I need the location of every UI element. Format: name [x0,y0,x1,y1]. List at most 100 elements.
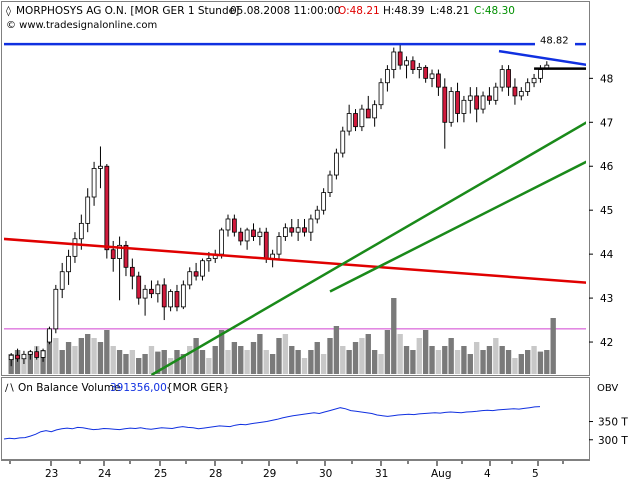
price-tick-label: 48 [600,73,613,85]
volume-bar [308,350,314,374]
candle-body [429,73,435,79]
volume-bar [467,354,473,374]
volume-bar [505,350,512,374]
candle-body [149,288,154,295]
time-tick-label: 24 [98,468,112,480]
volume-bar [65,342,72,374]
volume-bar [384,330,391,374]
volume-bar [340,346,346,374]
candle-body [302,227,307,233]
candle-body [359,108,365,128]
volume-bar [244,350,250,374]
volume-bar [129,350,136,374]
candle-body [21,353,27,360]
volume-bar [422,330,429,374]
volume-bar [314,342,320,374]
volume-bar [327,338,333,374]
volume-bar [116,350,123,374]
candle-body [404,60,409,66]
chart-svg: ◊ MORPHOSYS AG O.N. [MOR GER 1 Stunde] 0… [1,1,628,480]
header-low: L:48.21 [430,5,469,17]
volume-bar [454,350,461,374]
candle-body [467,95,473,101]
volume-bar [448,338,454,374]
candle-body [85,196,91,224]
candle-body [53,288,59,330]
volume-bar [486,346,493,374]
obv-tick-label: 300 T [598,435,628,447]
volume-bar [403,346,410,374]
candle-body [161,284,167,308]
obv-icon: ∕∖ [5,383,15,394]
price-axis: 42 43 44 45 46 47 48 [589,73,614,349]
candle-body [525,82,531,92]
candle-body [174,291,180,308]
candle-body [59,271,65,290]
volume-bar [429,346,435,374]
candle-body [187,271,193,286]
volume-bar [104,330,110,374]
obv-value: 391356,00 [110,382,167,394]
candle-body [518,91,524,97]
volume-bar [410,350,416,374]
obv-title: On Balance Volume [18,382,121,394]
header-symbol: MORPHOSYS AG O.N. [MOR GER 1 Stunde] [16,5,239,17]
candle-body [155,284,161,295]
volume-bar [238,346,244,374]
header-icon: ◊ [6,5,11,17]
candle-body [499,69,505,88]
candle-body [251,229,256,237]
volume-bar [206,358,212,374]
candle-body [98,165,103,169]
volume-bar [53,338,59,374]
candle-body [91,168,97,198]
obv-symbol: {MOR GER} [166,382,229,394]
candle-body [27,351,33,355]
candle-body [244,229,250,242]
watermark: © www.tradesignalonline.com [6,20,157,31]
volume-bar [416,338,422,374]
candle-body [372,104,378,119]
header-datetime: 05.08.2008 11:00:00 [230,5,341,17]
volume-bar [531,346,537,374]
candle-body [385,69,390,84]
obv-tick-label: 350 T [598,417,628,429]
price-tick-label: 47 [600,117,613,129]
time-axis: 23 24 25 28 29 30 31 Aug 4 5 [1,460,590,480]
candle-body [314,209,320,220]
volume-bar [269,354,276,374]
candle-body [308,218,314,233]
volume-bar [346,350,352,374]
time-tick-label: 5 [532,468,539,480]
candle-body [448,91,454,123]
candle-body [487,95,492,101]
candle-body [442,86,448,123]
volume-bar [263,350,269,374]
volume-bar [282,334,289,374]
volume-bar [85,334,91,374]
candle-body [238,231,244,242]
price-panel-frame [1,1,590,376]
price-tick-label: 45 [600,205,613,217]
price-tick-label: 46 [600,161,614,173]
candle-body [365,108,371,119]
volume-bar [193,338,199,374]
candle-body [225,218,231,231]
candle-body [531,77,537,84]
candle-body [34,351,40,358]
header-close: C:48.30 [474,5,515,17]
volume-bar [231,342,238,374]
candle-body [263,231,269,259]
volume-bar [199,350,206,374]
volume-bar [442,346,448,374]
candle-body [353,113,358,128]
candle-body [340,130,346,154]
volume-bar [550,318,556,374]
candle-body [461,99,467,114]
header-high: H:48.39 [383,5,425,17]
volume-bar [187,346,193,374]
time-tick-label: 31 [375,468,388,480]
candle-body [66,255,71,273]
volume-bar [525,350,531,374]
price-tick-label: 43 [600,293,613,305]
